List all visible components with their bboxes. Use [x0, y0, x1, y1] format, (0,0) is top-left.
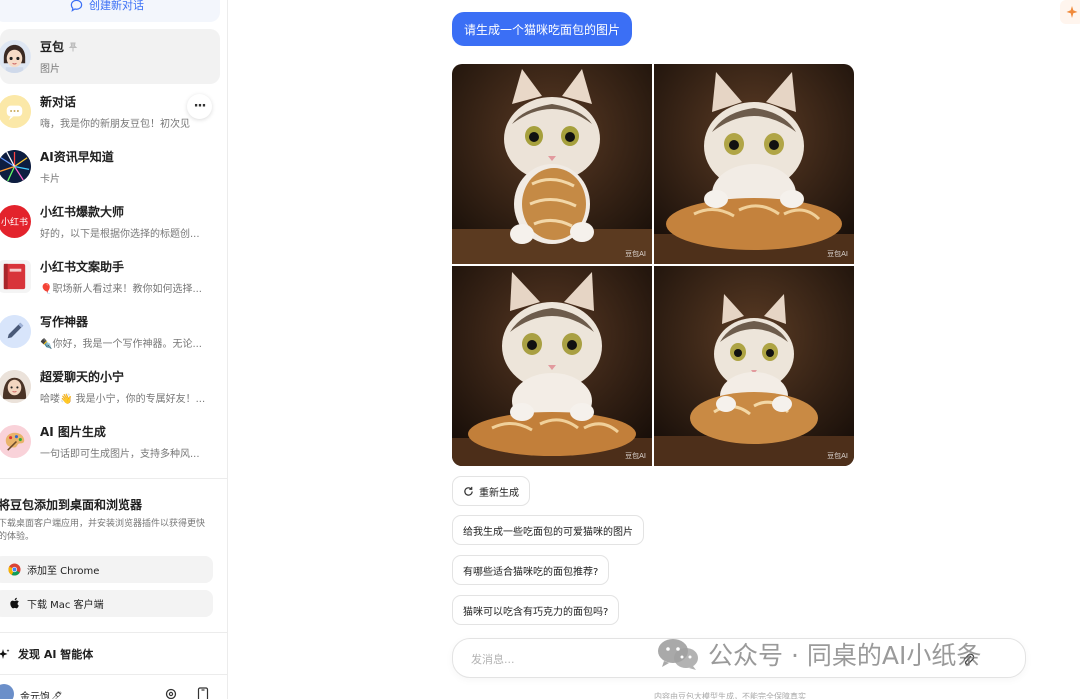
xiaohongshu-avatar: 小红书	[0, 205, 31, 238]
user-bar: 金元饱🖊	[0, 674, 227, 699]
download-mac-button[interactable]: 下载 Mac 客户端	[0, 590, 213, 617]
more-options-button[interactable]: ···	[187, 94, 212, 119]
new-chat-label: 创建新对话	[89, 0, 144, 12]
conversation-title: 新对话	[40, 95, 77, 109]
conversation-item-xiaohongshu-copy[interactable]: 小红书文案助手 🎈职场新人看过来！教你如何选择...	[0, 249, 227, 304]
conversation-subtitle: 卡片	[40, 174, 60, 185]
more-icon: ···	[193, 99, 207, 114]
watermark-text: 公众号 · 同桌的AI小纸条	[708, 641, 982, 670]
download-promo-panel: 将豆包添加到桌面和浏览器 下载桌面客户端应用，并安装浏览器插件以获得更快的体验。…	[0, 478, 227, 617]
conversation-title: 豆包	[40, 40, 65, 54]
conversation-item-writing-tool[interactable]: 写作神器 ✒️你好，我是一个写作神器。无论...	[0, 304, 227, 359]
suggestion-chip[interactable]: 猫咪可以吃含有巧克力的面包吗?	[452, 595, 620, 625]
chat-bubble-avatar	[0, 95, 31, 128]
palette-avatar	[0, 425, 31, 458]
wechat-watermark: 公众号 · 同桌的AI小纸条	[656, 636, 981, 672]
conversation-subtitle: 哈喽👋 我是小宁，你的专属好友！...	[40, 394, 206, 405]
generated-image[interactable]: 豆包AI	[452, 64, 652, 264]
chat-bubble-icon	[70, 0, 83, 12]
ai-assist-button[interactable]	[1060, 0, 1080, 24]
user-avatar[interactable]	[0, 684, 14, 699]
doubao-girl-avatar	[0, 40, 31, 73]
suggestion-text: 有哪些适合猫咪吃的面包推荐?	[463, 566, 599, 578]
user-name: 金元饱🖊	[20, 692, 63, 699]
disclaimer-text: 内容由豆包大模型生成，不能完全保障真实	[654, 692, 806, 699]
conversation-list: 豆包 图片 新对话 嗨，我是你的新朋友豆包！初次见 ··· AI资讯早知道 卡片…	[0, 29, 227, 469]
conversation-subtitle: 图片	[40, 64, 60, 75]
regenerate-button[interactable]: 重新生成	[452, 476, 530, 506]
discover-agents-button[interactable]: 发现 AI 智能体	[0, 632, 227, 674]
add-to-chrome-label: 添加至 Chrome	[27, 566, 100, 577]
apple-icon	[10, 597, 19, 609]
conversation-subtitle: ✒️你好，我是一个写作神器。无论...	[40, 339, 202, 350]
app-window: 创建新对话 豆包 图片 新对话 嗨，我是你的新朋友豆包！初次见 ··· AI资讯…	[0, 0, 1080, 699]
generated-image-grid: 豆包AI 豆包AI 豆包AI 豆包AI	[452, 64, 854, 466]
conversation-title: 小红书爆款大师	[40, 205, 125, 219]
suggestion-text: 猫咪可以吃含有巧克力的面包吗?	[463, 606, 609, 618]
chat-main: 请生成一个猫咪吃面包的图片 豆包AI 豆包AI 豆包AI 豆包AI 重新生成 给…	[228, 0, 1080, 699]
discover-agents-label: 发现 AI 智能体	[18, 647, 94, 661]
download-mac-label: 下载 Mac 客户端	[27, 600, 104, 611]
red-book-avatar	[0, 260, 31, 293]
user-message-bubble: 请生成一个猫咪吃面包的图片	[452, 12, 633, 46]
settings-icon[interactable]	[164, 687, 178, 699]
regenerate-label: 重新生成	[479, 487, 519, 499]
image-watermark: 豆包AI	[625, 452, 646, 460]
wechat-icon	[658, 639, 698, 670]
image-watermark: 豆包AI	[827, 250, 848, 258]
new-chat-button[interactable]: 创建新对话	[0, 0, 220, 22]
conversation-subtitle: 一句话即可生成图片，支持多种风...	[40, 449, 200, 460]
sidebar: 创建新对话 豆包 图片 新对话 嗨，我是你的新朋友豆包！初次见 ··· AI资讯…	[0, 0, 228, 699]
conversation-subtitle: 🎈职场新人看过来！教你如何选择...	[40, 284, 202, 295]
conversation-item-ai-image[interactable]: AI 图片生成 一句话即可生成图片，支持多种风...	[0, 414, 227, 469]
user-message-text: 请生成一个猫咪吃面包的图片	[464, 22, 621, 37]
add-to-chrome-button[interactable]: 添加至 Chrome	[0, 556, 213, 583]
refresh-icon	[464, 486, 473, 496]
conversation-title: AI 图片生成	[40, 425, 106, 439]
conversation-item-xiaohongshu-master[interactable]: 小红书 小红书爆款大师 好的，以下是根据你选择的标题创...	[0, 194, 227, 249]
image-watermark: 豆包AI	[625, 250, 646, 258]
conversation-title: 小红书文案助手	[40, 260, 125, 274]
conversation-title: 超爱聊天的小宁	[40, 370, 125, 384]
chrome-icon	[8, 563, 21, 576]
firework-avatar	[0, 150, 31, 183]
sparkle-icon	[0, 648, 10, 659]
conversation-title: AI资讯早知道	[40, 150, 114, 164]
sparkle-icon	[1066, 6, 1078, 18]
conversation-item-xiaoning[interactable]: 超爱聊天的小宁 哈喽👋 我是小宁，你的专属好友！...	[0, 359, 227, 414]
pin-icon[interactable]	[68, 42, 78, 52]
conversation-subtitle: 好的，以下是根据你选择的标题创...	[40, 229, 200, 240]
conversation-item-new-chat[interactable]: 新对话 嗨，我是你的新朋友豆包！初次见 ···	[0, 84, 227, 139]
generated-image[interactable]: 豆包AI	[654, 64, 854, 264]
conversation-title: 写作神器	[40, 315, 89, 329]
suggestion-text: 给我生成一些吃面包的可爱猫咪的图片	[463, 526, 633, 538]
generated-image[interactable]: 豆包AI	[452, 266, 652, 466]
suggestion-chip[interactable]: 有哪些适合猫咪吃的面包推荐?	[452, 555, 610, 585]
conversation-item-doubao[interactable]: 豆包 图片	[0, 29, 220, 84]
suggestion-chip[interactable]: 给我生成一些吃面包的可爱猫咪的图片	[452, 515, 644, 545]
girl-avatar	[0, 370, 31, 403]
generated-image[interactable]: 豆包AI	[654, 266, 854, 466]
promo-title: 将豆包添加到桌面和浏览器	[0, 498, 143, 512]
xiaohongshu-logo-text: 小红书	[0, 218, 28, 228]
conversation-subtitle: 嗨，我是你的新朋友豆包！初次见	[40, 119, 190, 130]
tablet-icon[interactable]	[197, 687, 209, 699]
pen-avatar	[0, 315, 31, 348]
image-watermark: 豆包AI	[827, 452, 848, 460]
conversation-item-ai-news[interactable]: AI资讯早知道 卡片	[0, 139, 227, 194]
promo-description: 下载桌面客户端应用，并安装浏览器插件以获得更快的体验。	[0, 519, 206, 542]
